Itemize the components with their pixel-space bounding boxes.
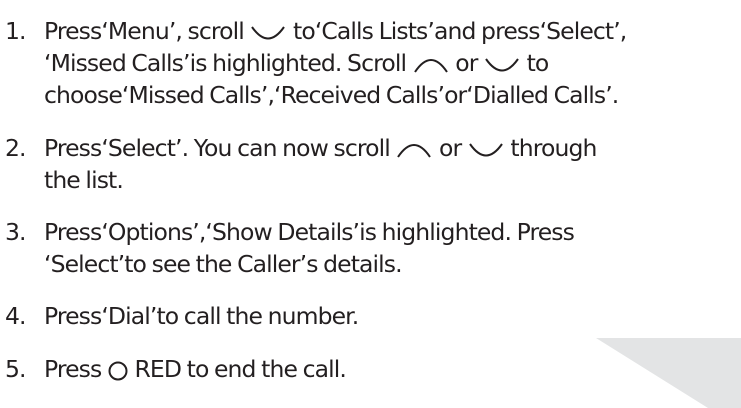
step-line: Press‘Select’. You can now scroll or thr… — [44, 134, 597, 162]
step-line: Press RED to end the call. — [44, 355, 347, 383]
step-text: Press RED to end the call. — [44, 353, 347, 385]
step-line: Press‘Menu’, scroll to‘Calls Lists’and p… — [44, 17, 627, 45]
step-text: Press‘Select’. You can now scroll or thr… — [44, 132, 597, 196]
step-line: Press‘Options’,‘Show Details’is highligh… — [44, 218, 575, 246]
step-number: 2. — [5, 134, 27, 162]
scroll-down-icon — [467, 141, 505, 159]
step-line: Press‘Dial’to call the number. — [44, 302, 359, 330]
step-number: 3. — [5, 218, 27, 246]
step-line: the list. — [44, 166, 124, 194]
step-line: choose‘Missed Calls’,‘Received Calls’or‘… — [44, 81, 619, 109]
step-number: 5. — [5, 355, 27, 383]
step-text: Press‘Options’,‘Show Details’is highligh… — [44, 216, 575, 280]
step-number: 1. — [5, 17, 27, 45]
step-number: 4. — [5, 302, 27, 330]
step-line: ‘Missed Calls’is highlighted. Scroll or … — [44, 49, 549, 77]
step-text: Press‘Menu’, scroll to‘Calls Lists’and p… — [44, 15, 627, 111]
instruction-page: { "steps": [ { "number": "1.", "lines": … — [0, 0, 741, 408]
end-call-icon — [107, 360, 129, 382]
step-line: ‘Select’to see the Caller’s details. — [44, 250, 403, 278]
scroll-down-icon — [249, 24, 287, 42]
scroll-up-icon — [412, 56, 450, 74]
scroll-up-icon — [395, 141, 433, 159]
step-text: Press‘Dial’to call the number. — [44, 300, 359, 332]
decorative-corner-shape — [596, 338, 741, 408]
scroll-down-icon — [483, 56, 521, 74]
